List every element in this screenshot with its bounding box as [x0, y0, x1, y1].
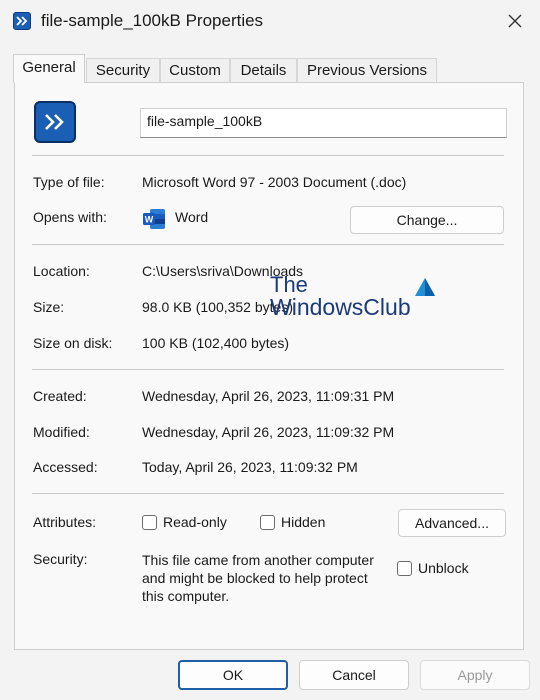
checkbox-box[interactable]	[260, 514, 275, 530]
cancel-button[interactable]: Cancel	[299, 660, 409, 690]
security-label: Security:	[33, 551, 88, 567]
checkbox-box[interactable]	[142, 514, 157, 530]
modified-label: Modified:	[33, 424, 90, 440]
created-label: Created:	[33, 388, 87, 404]
opens-with-value: Word	[175, 209, 209, 225]
ok-button[interactable]: OK	[178, 660, 288, 690]
watermark-line2: WindowsClub	[270, 294, 411, 320]
unblock-checkbox[interactable]: Unblock	[397, 560, 469, 576]
attributes-label: Attributes:	[33, 514, 97, 530]
divider	[32, 244, 504, 245]
close-icon	[508, 14, 522, 28]
tab-general[interactable]: General	[13, 54, 85, 83]
type-of-file-value: Microsoft Word 97 - 2003 Document (.doc)	[142, 174, 407, 190]
security-message: This file came from another computer and…	[142, 551, 374, 605]
file-name-input[interactable]: file-sample_100kB	[140, 108, 507, 138]
accessed-label: Accessed:	[33, 459, 98, 475]
hidden-label: Hidden	[281, 514, 326, 530]
svg-text:W: W	[145, 215, 154, 225]
windowsclub-logo	[415, 278, 435, 296]
type-of-file-label: Type of file:	[33, 174, 105, 190]
file-type-icon	[34, 101, 76, 143]
hidden-checkbox[interactable]: Hidden	[260, 514, 325, 530]
size-on-disk-label: Size on disk:	[33, 335, 113, 351]
apply-button[interactable]: Apply	[420, 660, 530, 690]
tab-security[interactable]: Security	[86, 58, 160, 82]
read-only-label: Read-only	[163, 514, 227, 530]
location-label: Location:	[33, 263, 90, 279]
divider	[32, 493, 504, 494]
app-icon	[13, 12, 31, 30]
window-title: file-sample_100kB Properties	[41, 11, 264, 30]
close-button[interactable]	[500, 6, 530, 36]
advanced-button[interactable]: Advanced...	[398, 509, 506, 537]
size-on-disk-value: 100 KB (102,400 bytes)	[142, 335, 290, 351]
divider	[32, 369, 504, 370]
security-message-line: this computer.	[142, 588, 230, 604]
watermark-line1: The	[270, 272, 308, 297]
read-only-checkbox[interactable]: Read-only	[142, 514, 227, 530]
divider	[32, 155, 504, 156]
checkbox-box[interactable]	[397, 560, 412, 576]
change-button[interactable]: Change...	[350, 206, 504, 234]
tab-previous-versions[interactable]: Previous Versions	[297, 58, 437, 82]
watermark: The WindowsClub	[270, 272, 435, 320]
created-value: Wednesday, April 26, 2023, 11:09:31 PM	[142, 388, 395, 404]
modified-value: Wednesday, April 26, 2023, 11:09:32 PM	[142, 424, 395, 440]
title-bar: file-sample_100kB Properties	[0, 0, 540, 44]
unblock-label: Unblock	[418, 560, 469, 576]
security-message-line: and might be blocked to help protect	[142, 570, 368, 586]
tab-details[interactable]: Details	[230, 58, 297, 82]
opens-with-label: Opens with:	[33, 209, 107, 225]
accessed-value: Today, April 26, 2023, 11:09:32 PM	[142, 459, 358, 475]
tab-custom[interactable]: Custom	[160, 58, 230, 82]
security-message-line: This file came from another computer	[142, 552, 374, 568]
size-label: Size:	[33, 299, 65, 315]
word-icon: W	[142, 208, 166, 230]
